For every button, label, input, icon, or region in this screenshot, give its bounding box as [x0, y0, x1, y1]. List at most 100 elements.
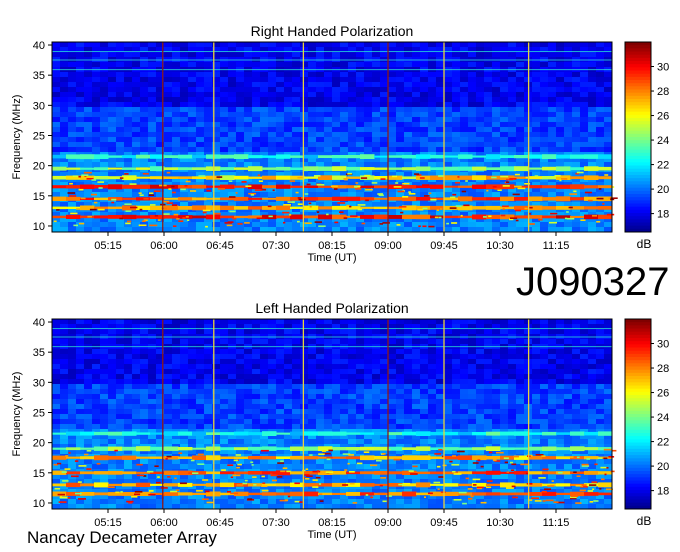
emission-band-segment [486, 456, 501, 460]
emission-band-segment [472, 206, 487, 210]
emission-band-segment [430, 167, 445, 170]
emission-band-segment [486, 431, 501, 436]
emission-band-segment [52, 175, 67, 180]
emission-band-segment [374, 446, 389, 451]
emission-band-segment [234, 206, 249, 210]
emission-band-segment [528, 446, 543, 451]
emission-band-segment [318, 214, 333, 220]
emission-band-segment [318, 155, 333, 158]
x-tick-label: 06:00 [150, 240, 178, 252]
emission-band-segment [542, 185, 557, 189]
emission-band-segment [570, 154, 585, 159]
emission-band-segment [556, 184, 571, 189]
emission-band-segment [402, 491, 417, 497]
emission-band-segment [164, 431, 179, 436]
emission-band-segment [598, 482, 613, 488]
emission-band-segment [584, 447, 599, 451]
emission-band-segment [472, 455, 487, 461]
emission-band-segment [318, 431, 333, 436]
emission-band-segment [66, 447, 81, 451]
emission-band-segment [402, 455, 417, 461]
emission-band-segment [486, 446, 501, 451]
emission-band-segment [374, 155, 389, 158]
emission-band-segment [374, 432, 389, 436]
emission-band-segment [164, 215, 179, 219]
emission-band-segment [234, 431, 249, 436]
colorbar-tick-label: 24 [657, 412, 669, 424]
emission-band-segment [80, 154, 95, 160]
y-tick-label: 10 [33, 498, 45, 510]
x-tick-label: 09:00 [374, 517, 402, 529]
emission-band-segment [66, 196, 81, 201]
emission-band-segment [472, 197, 487, 201]
emission-band-segment [444, 447, 459, 451]
emission-band-segment [528, 215, 543, 219]
emission-band-segment [276, 166, 291, 171]
emission-band-segment [234, 196, 249, 201]
emission-band-segment [290, 206, 305, 209]
emission-band-segment [598, 166, 613, 171]
emission-band-segment [164, 176, 179, 179]
emission-band-segment [584, 431, 599, 436]
emission-band-segment [52, 483, 67, 487]
emission-band-segment [262, 431, 277, 436]
y-tick-label: 15 [33, 191, 45, 203]
x-tick-label: 09:45 [430, 240, 458, 252]
emission-band-segment [528, 432, 543, 435]
emission-band-segment [444, 185, 459, 188]
emission-band-segment [248, 206, 263, 210]
emission-band-segment [542, 206, 557, 210]
emission-band-segment [136, 446, 151, 452]
emission-band-segment [178, 492, 193, 496]
emission-band-segment [598, 176, 613, 180]
emission-band-segment [542, 471, 557, 475]
colorbar-unit-label: dB [637, 514, 652, 528]
emission-band-segment [570, 167, 585, 171]
emission-band-segment [500, 492, 515, 496]
emission-band-segment [80, 184, 95, 190]
colorbar-tick-label: 30 [657, 339, 669, 351]
emission-band-segment [276, 154, 291, 159]
emission-band-segment [402, 214, 417, 220]
x-tick-label: 08:15 [318, 240, 346, 252]
x-tick-label: 10:30 [486, 517, 514, 529]
emission-band-segment [304, 431, 319, 436]
emission-band-segment [374, 197, 389, 200]
emission-band-segment [388, 197, 403, 201]
y-tick-label: 25 [33, 407, 45, 419]
emission-band-segment [52, 154, 67, 159]
emission-band-segment [234, 175, 249, 180]
emission-band-segment [458, 455, 473, 460]
emission-band-segment [584, 185, 599, 189]
emission-band-segment [430, 471, 445, 475]
emission-band-segment [486, 197, 501, 201]
emission-band-segment [374, 167, 389, 170]
emission-band-segment [584, 154, 599, 159]
emission-band-segment [444, 155, 459, 158]
emission-band-segment [290, 471, 305, 475]
emission-band-segment [262, 471, 277, 475]
emission-band-segment [584, 456, 599, 460]
y-tick-label: 30 [33, 377, 45, 389]
emission-band-segment [304, 176, 319, 179]
emission-band-segment [570, 215, 585, 218]
emission-band-segment [220, 154, 235, 159]
emission-band-segment [416, 197, 431, 201]
emission-band-segment [136, 176, 151, 179]
emission-band-segment [458, 215, 473, 219]
emission-band-segment [52, 215, 67, 219]
emission-band-segment [500, 431, 515, 436]
emission-band-segment [122, 214, 137, 220]
emission-band-segment [94, 167, 109, 171]
emission-band-segment [66, 214, 81, 219]
emission-band-segment [80, 483, 95, 487]
emission-band-segment [542, 176, 557, 180]
emission-band-segment [304, 166, 319, 171]
emission-band-segment [122, 184, 137, 189]
emission-band-segment [570, 471, 585, 474]
emission-band-segment [556, 196, 571, 202]
emission-band-segment [472, 155, 487, 158]
emission-band-segment [304, 483, 319, 487]
emission-band-segment [346, 166, 361, 171]
emission-band-segment [164, 155, 179, 158]
